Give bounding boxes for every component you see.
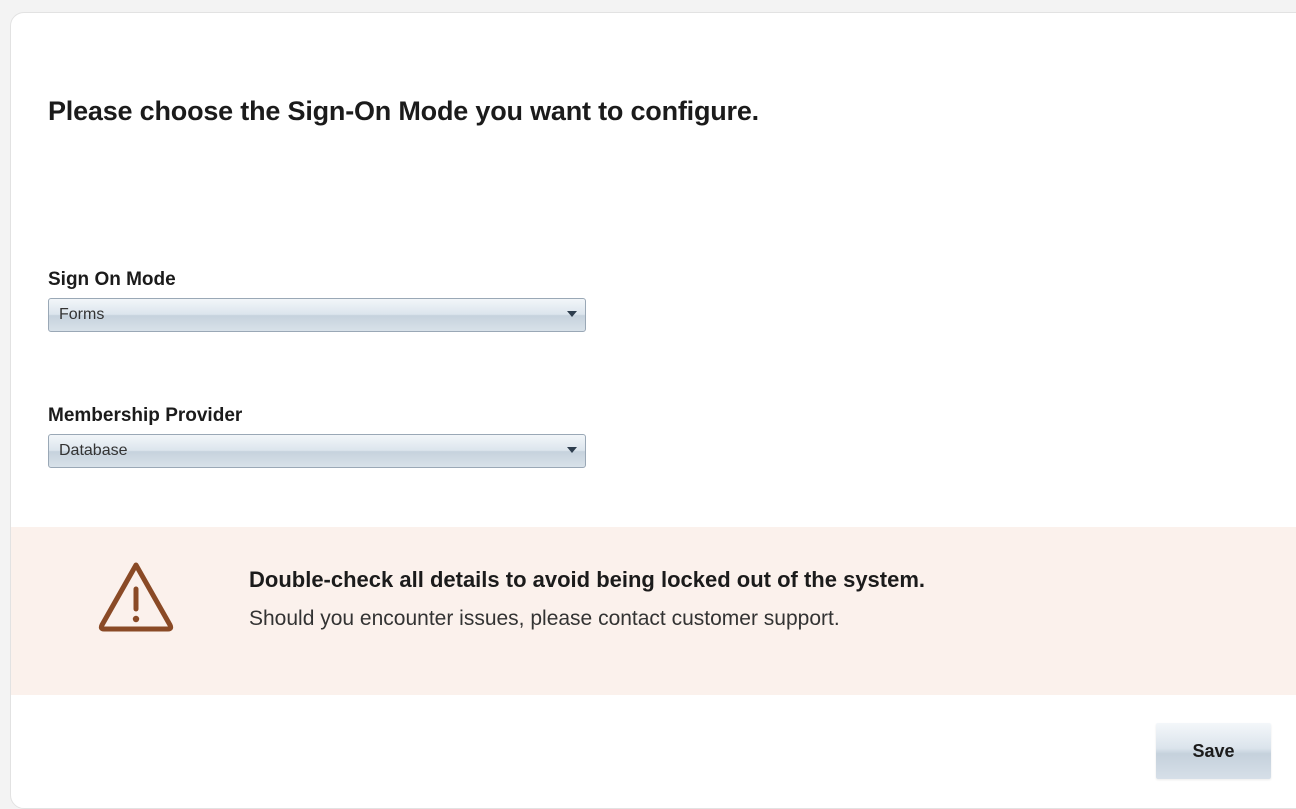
membership-provider-label: Membership Provider — [48, 405, 243, 426]
chevron-down-icon — [567, 447, 577, 453]
warning-alert: Double-check all details to avoid being … — [11, 527, 1296, 695]
page-title: Please choose the Sign-On Mode you want … — [48, 96, 759, 126]
sign-on-mode-label: Sign On Mode — [48, 269, 176, 290]
membership-provider-select[interactable]: Database — [48, 434, 586, 468]
alert-text: Should you encounter issues, please cont… — [249, 607, 840, 630]
settings-card: Please choose the Sign-On Mode you want … — [10, 12, 1296, 809]
alert-title: Double-check all details to avoid being … — [249, 567, 926, 592]
warning-triangle-icon — [98, 562, 174, 632]
sign-on-mode-select[interactable]: Forms — [48, 298, 586, 332]
membership-provider-value: Database — [59, 442, 128, 459]
save-button[interactable]: Save — [1156, 723, 1271, 779]
chevron-down-icon — [567, 311, 577, 317]
sign-on-mode-value: Forms — [59, 306, 105, 323]
